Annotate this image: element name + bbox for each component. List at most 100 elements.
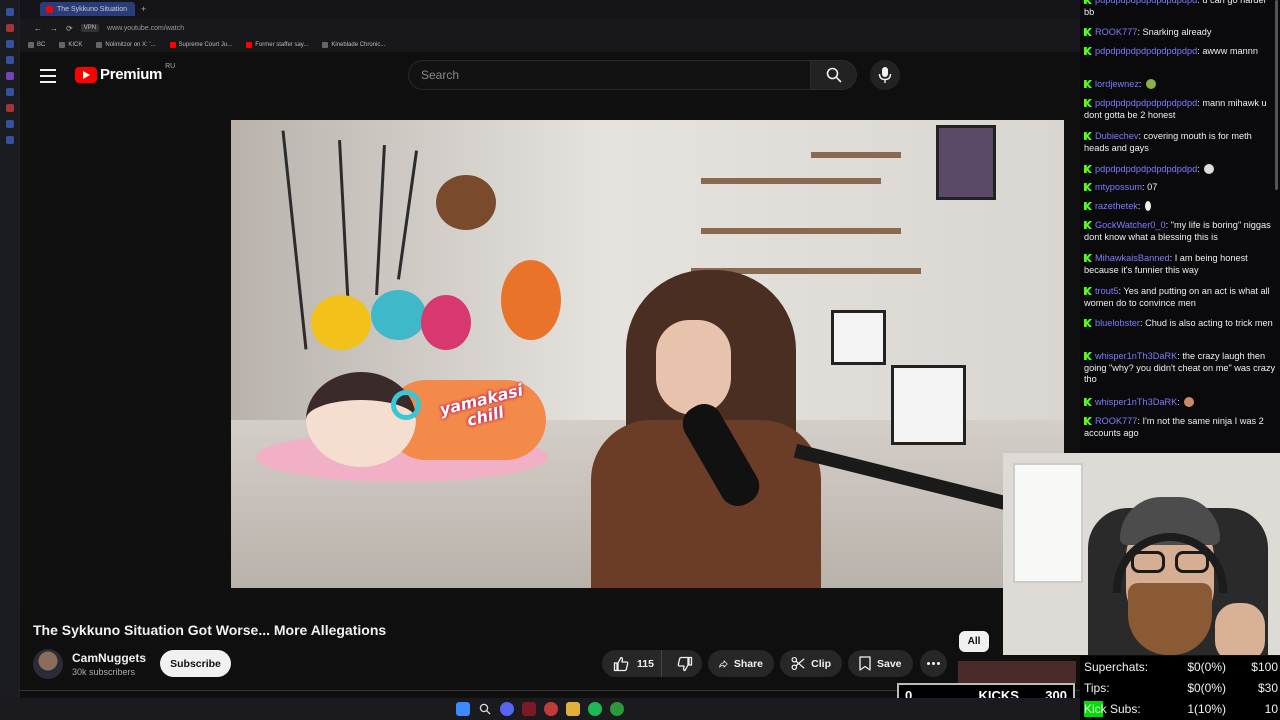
youtube-premium-logo[interactable]: Premium RU (75, 63, 175, 83)
opera-icon[interactable] (522, 702, 536, 716)
bookmark-icon (59, 42, 66, 48)
search-button[interactable] (811, 60, 857, 90)
vpn-badge[interactable]: VPN (80, 24, 100, 32)
bookmark-item[interactable]: BC (28, 42, 45, 48)
subscribe-button[interactable]: Subscribe (160, 650, 231, 677)
chat-message: razethetek: (1084, 201, 1276, 213)
sidebar-app-icon[interactable] (5, 56, 14, 64)
kick-badge-icon (1084, 417, 1092, 425)
reload-icon[interactable]: ⟳ (66, 24, 73, 33)
donation-stats-panel: Superchats: $0(0%) $100 Tips: $0(0%) $30… (1080, 656, 1280, 720)
sidebar-app-icon[interactable] (5, 8, 14, 16)
video-scene-person-face (656, 320, 731, 415)
save-button[interactable]: Save (848, 650, 913, 677)
kick-badge-icon (1084, 202, 1092, 210)
chat-message: pdpdpdpdpdpdpdpdpdpd: awww mannn (1084, 46, 1276, 58)
forward-arrow-icon[interactable]: → (50, 24, 58, 33)
channel-name[interactable]: CamNuggets (72, 651, 146, 665)
kick-badge-icon (1084, 254, 1092, 262)
chat-message: MihawkaisBanned: I am being honest becau… (1084, 253, 1248, 275)
bookmark-item[interactable]: KICK (59, 42, 82, 48)
discord-icon[interactable] (500, 702, 514, 716)
video-scene-plush (311, 295, 371, 350)
browser-tab[interactable]: The Sykkuno Situation (40, 2, 135, 16)
xbox-icon[interactable] (610, 702, 624, 716)
spotify-icon[interactable] (588, 702, 602, 716)
share-arrow-icon (719, 659, 728, 668)
chat-message: pdpdpdpdpdpdpdpdpdpd: mann mihawk u dont… (1084, 98, 1267, 120)
chat-message: bluelobster: Chud is also acting to tric… (1084, 318, 1276, 330)
share-button[interactable]: Share (708, 650, 774, 677)
video-scene-plush (371, 290, 426, 340)
voice-search-button[interactable] (870, 60, 900, 90)
chat-message: pdpdpdpdpdpdpdpdpdpd: u can go harder bb (1084, 0, 1276, 18)
kick-badge-icon (1084, 132, 1092, 140)
sidebar-app-icon[interactable] (5, 72, 14, 80)
new-tab-plus-icon[interactable]: + (141, 4, 146, 14)
sidebar-app-icon[interactable] (5, 104, 14, 112)
bookmark-icon (28, 42, 34, 48)
kick-badge-icon (1084, 183, 1092, 191)
browser-icon[interactable] (544, 702, 558, 716)
search-box (408, 60, 857, 90)
microphone-icon (878, 67, 892, 83)
youtube-icon (246, 42, 253, 48)
streamer-webcam (1003, 453, 1280, 655)
video-title: The Sykkuno Situation Got Worse... More … (33, 622, 387, 638)
thumbs-down-icon (677, 656, 693, 671)
os-taskbar (0, 698, 1080, 720)
back-arrow-icon[interactable]: ← (34, 24, 42, 33)
chat-message: whisper1nTh3DaRK: the crazy laugh then g… (1084, 351, 1276, 385)
sidebar-app-icon[interactable] (5, 136, 14, 144)
youtube-play-logo-icon (75, 66, 97, 83)
chat-scrollbar[interactable] (1275, 0, 1278, 190)
video-player[interactable]: yamakasi chill (231, 120, 1064, 588)
bookmark-item[interactable]: Former staffer say... (246, 42, 308, 48)
chat-message: lordjewnez: (1084, 79, 1276, 91)
more-actions-icon[interactable] (920, 650, 947, 677)
like-dislike-group: 115 (602, 650, 702, 677)
sidebar-app-icon[interactable] (5, 40, 14, 48)
url-text[interactable]: www.youtube.com/watch (107, 25, 184, 32)
like-button[interactable]: 115 (602, 650, 663, 677)
kick-badge-icon (1084, 221, 1092, 229)
x-logo-icon (322, 42, 329, 48)
sidebar-app-icon[interactable] (5, 88, 14, 96)
chat-message: whisper1nTh3DaRK: (1084, 397, 1276, 409)
bookmark-item[interactable]: Supreme Court Ju... (169, 42, 232, 48)
bookmark-item[interactable]: Kineblade Chronic... (322, 42, 385, 48)
channel-avatar[interactable] (33, 649, 63, 679)
stat-row-superchats: Superchats: $0(0%) $100 (1084, 660, 1278, 674)
tab-title: The Sykkuno Situation (57, 5, 128, 13)
hamburger-menu-icon[interactable] (38, 67, 58, 85)
kick-chat-overlay: pdpdpdpdpdpdpdpdpdpd: u can go harder bb… (1080, 0, 1280, 452)
kick-badge-icon (1084, 352, 1092, 360)
search-icon[interactable] (478, 702, 492, 716)
windows-start-icon[interactable] (456, 702, 470, 716)
chat-message: ROOK777: Snarking already (1084, 27, 1276, 39)
screen: The Sykkuno Situation + ← → ⟳ VPN www.yo… (0, 0, 1280, 720)
file-explorer-icon[interactable] (566, 702, 580, 716)
sidebar-app-icon[interactable] (5, 24, 14, 32)
kick-badge-icon (1084, 0, 1092, 4)
search-icon (826, 67, 842, 83)
chat-message: ROOK777: I'm not the same ninja I was 2 … (1084, 416, 1264, 438)
video-scene-frame (831, 310, 886, 365)
filter-chip-all[interactable]: All (959, 631, 989, 652)
search-input[interactable] (408, 60, 811, 90)
emote-icon (1145, 201, 1152, 211)
kick-badge-icon (1084, 47, 1092, 55)
bookmark-save-icon (859, 656, 871, 671)
video-scene-shelf (701, 228, 901, 234)
kick-badge-icon (1084, 28, 1092, 36)
bookmark-item[interactable]: Nolimitzor on X: '... (96, 42, 156, 48)
clip-button[interactable]: Clip (780, 650, 842, 677)
video-scene-poster (936, 125, 996, 200)
kick-badge-icon (1084, 319, 1092, 327)
chat-message: Dubiechev: covering mouth is for meth he… (1084, 131, 1252, 153)
sidebar-app-icon[interactable] (5, 120, 14, 128)
browser-tabstrip: The Sykkuno Situation + (20, 0, 1080, 18)
emote-icon (1204, 164, 1215, 174)
dislike-button[interactable] (668, 650, 702, 677)
video-scene-plush (421, 295, 471, 350)
